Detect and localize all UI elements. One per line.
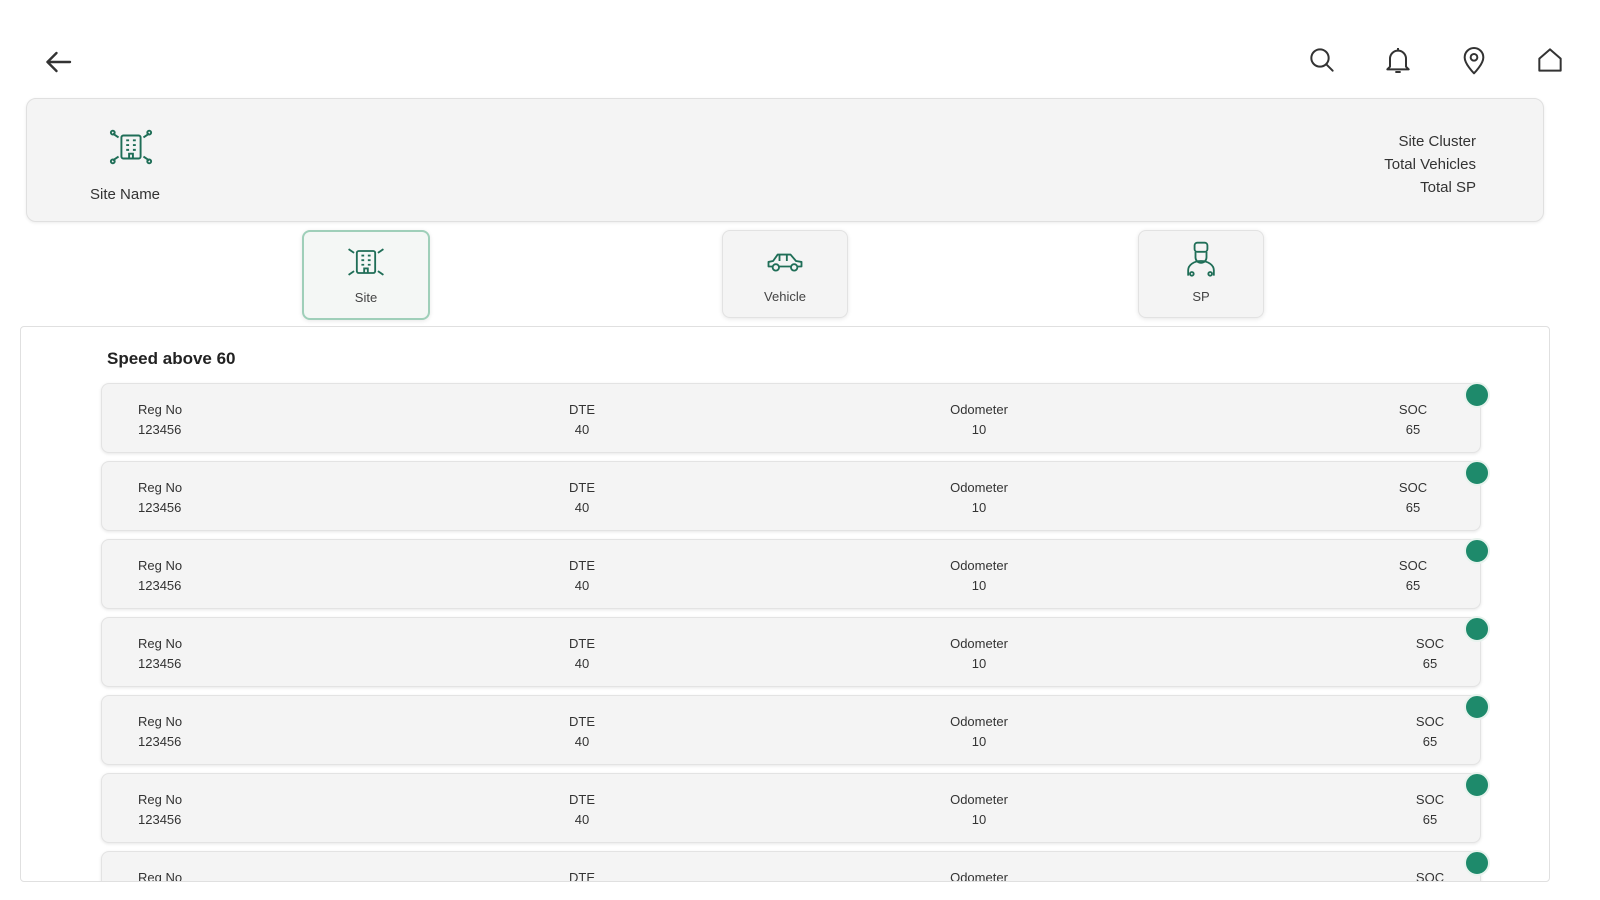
home-button[interactable]: [1534, 44, 1566, 76]
reg-no-cell: Reg No123456: [138, 480, 183, 515]
status-indicator: [1464, 616, 1490, 642]
dte-cell: DTE40: [569, 714, 595, 749]
vehicle-list: Reg No 123456 DTE 40 Odometer 10 SOC 65 Reg …: [101, 382, 1490, 882]
search-icon: [1310, 48, 1334, 72]
alert-list-panel: Speed above 60 Reg No 123456 DTE 40 Odomet…: [20, 326, 1550, 882]
back-button[interactable]: [40, 44, 76, 80]
soc-cell: SOC65: [1415, 870, 1445, 882]
reg-no-cell: Reg No123456: [138, 792, 183, 827]
soc-cell: SOC65: [1398, 558, 1428, 593]
site-icon: [108, 124, 154, 170]
dte-cell: DTE40: [569, 792, 595, 827]
odometer-cell: Odometer10: [950, 402, 1008, 437]
top-bar: [0, 0, 1600, 100]
reg-no-cell: Reg No123456: [138, 402, 183, 437]
home-icon: [1538, 48, 1562, 72]
status-indicator: [1464, 772, 1490, 798]
reg-no-cell: Reg No123456: [138, 558, 183, 593]
odometer-cell: Odometer10: [950, 480, 1008, 515]
soc-cell: SOC65: [1398, 402, 1428, 437]
header-actions: [1306, 44, 1566, 76]
odometer-cell: Odometer10: [950, 558, 1008, 593]
status-indicator: [1464, 694, 1490, 720]
notifications-button[interactable]: [1382, 44, 1414, 76]
odometer-cell: Odometer10: [950, 792, 1008, 827]
soc-cell: SOC65: [1415, 636, 1445, 671]
tab-sp[interactable]: SP: [1138, 230, 1264, 318]
dte-cell: DTE40: [569, 402, 595, 437]
service-person-icon: [1179, 239, 1223, 283]
status-indicator: [1464, 850, 1490, 876]
category-tabs: Site Vehicle SP: [0, 230, 1600, 322]
odometer-cell: Odometer10: [950, 714, 1008, 749]
list-item[interactable]: Reg No123456 DTE40 Odometer10 SOC65: [101, 382, 1490, 453]
list-item[interactable]: Reg No123456 DTE40 Odometer10 SOC65: [101, 538, 1490, 609]
location-button[interactable]: [1458, 44, 1490, 76]
search-button[interactable]: [1306, 44, 1338, 76]
status-indicator: [1464, 538, 1490, 564]
location-pin-icon: [1463, 47, 1485, 75]
tab-vehicle[interactable]: Vehicle: [722, 230, 848, 318]
site-summary-card: [26, 98, 1544, 222]
soc-cell: SOC65: [1415, 714, 1445, 749]
odometer-cell: Odometer10: [950, 636, 1008, 671]
site-meta: Site Cluster Total Vehicles Total SP: [1384, 130, 1476, 199]
reg-no-cell: Reg No123456: [138, 870, 183, 882]
tab-vehicle-label: Vehicle: [764, 289, 806, 304]
reg-no-cell: Reg No123456: [138, 636, 183, 671]
list-item[interactable]: Reg No123456 DTE40 Odometer10 SOC65: [101, 772, 1490, 843]
dte-cell: DTE40: [569, 480, 595, 515]
dte-cell: DTE40: [569, 870, 595, 882]
bell-icon: [1386, 48, 1410, 73]
status-indicator: [1464, 382, 1490, 408]
tab-site-label: Site: [354, 290, 378, 305]
dte-cell: DTE40: [569, 636, 595, 671]
soc-cell: SOC65: [1415, 792, 1445, 827]
list-item[interactable]: Reg No123456 DTE40 Odometer10 SOC65: [101, 460, 1490, 531]
tab-sp-label: SP: [1192, 289, 1210, 304]
list-item[interactable]: Reg No123456 DTE40 Odometer10 SOC65: [101, 694, 1490, 765]
site-cluster-label: Site Cluster: [1398, 133, 1476, 150]
reg-no-cell: Reg No123456: [138, 714, 183, 749]
arrow-left-icon: [46, 51, 72, 73]
total-vehicles-label: Total Vehicles: [1384, 156, 1476, 173]
car-icon: [763, 239, 807, 283]
section-title: Speed above 60: [107, 349, 236, 368]
site-name: Site Name: [90, 186, 161, 203]
status-indicator: [1464, 460, 1490, 486]
building-icon: [344, 240, 388, 284]
total-sp-label: Total SP: [1420, 179, 1476, 196]
list-item[interactable]: Reg No123456 DTE40 Odometer10 SOC65: [101, 850, 1490, 882]
odometer-cell: Odometer10: [950, 870, 1008, 882]
soc-cell: SOC65: [1398, 480, 1428, 515]
list-item[interactable]: Reg No123456 DTE40 Odometer10 SOC65: [101, 616, 1490, 687]
dte-cell: DTE40: [569, 558, 595, 593]
tab-site[interactable]: Site: [302, 230, 430, 320]
